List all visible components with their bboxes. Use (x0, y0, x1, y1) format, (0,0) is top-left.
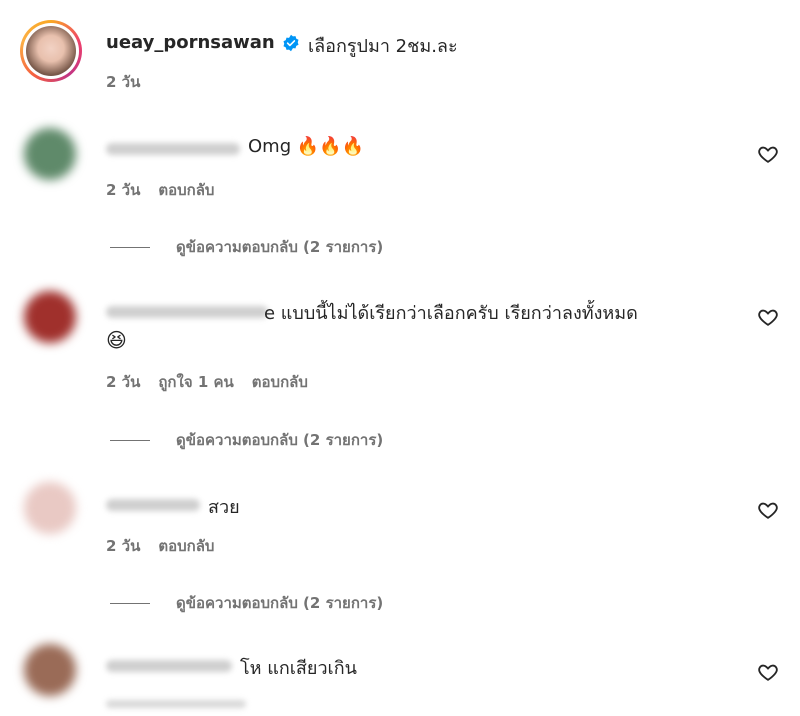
comment-text: e แบบนี้ไม่ได้เรียกว่าเลือกครับ เรียกว่า… (264, 303, 638, 324)
heart-outline-icon[interactable] (757, 499, 779, 521)
comment-meta: 2 วัน ถูกใจ 1 คน ตอบกลับ (106, 370, 308, 394)
commenter-username[interactable] (106, 499, 200, 511)
heart-outline-icon[interactable] (757, 661, 779, 683)
reply-button[interactable]: ตอบกลับ (252, 373, 308, 391)
comment-time: 2 วัน (106, 537, 141, 555)
comment-meta: 2 วัน ตอบกลับ (106, 534, 214, 558)
divider-line (110, 602, 150, 604)
post-time: 2 วัน (106, 73, 141, 91)
comment-meta: 2 วัน ตอบกลับ (106, 178, 214, 202)
comment-time: 2 วัน (106, 181, 141, 199)
commenter-username[interactable] (106, 660, 232, 672)
post-author-username[interactable]: ueay_pornsawan (106, 32, 275, 53)
comment-text: โห แกเสียวเกิน (240, 658, 357, 679)
view-replies-button[interactable]: ดูข้อความตอบกลับ (2 รายการ) (110, 591, 383, 615)
verified-badge-icon (283, 34, 299, 52)
commenter-avatar[interactable] (24, 644, 76, 696)
commenter-avatar[interactable] (24, 482, 76, 534)
divider-line (110, 246, 150, 248)
comment-meta-cutoff (106, 700, 246, 708)
post-caption: เลือกรูปมา 2ชม.ละ (308, 36, 458, 57)
heart-outline-icon[interactable] (757, 143, 779, 165)
fire-emoji-icon: 🔥🔥🔥 (296, 136, 365, 157)
commenter-username[interactable] (106, 143, 240, 155)
reply-button[interactable]: ตอบกลับ (158, 181, 214, 199)
reply-button[interactable]: ตอบกลับ (158, 537, 214, 555)
likes-count[interactable]: ถูกใจ 1 คน (158, 373, 233, 391)
commenter-avatar[interactable] (24, 291, 76, 343)
commenter-username[interactable] (106, 306, 268, 318)
divider-line (110, 439, 150, 441)
laughing-emoji-icon: 😆 (106, 328, 127, 352)
comment-text: สวย (208, 497, 240, 518)
view-replies-button[interactable]: ดูข้อความตอบกลับ (2 รายการ) (110, 235, 383, 259)
comments-panel: ueay_pornsawan เลือกรูปมา 2ชม.ละ 2 วัน O… (0, 0, 800, 716)
avatar-photo (26, 26, 76, 76)
comment-time: 2 วัน (106, 373, 141, 391)
commenter-avatar[interactable] (24, 128, 76, 180)
post-author-avatar[interactable] (20, 20, 82, 82)
view-replies-button[interactable]: ดูข้อความตอบกลับ (2 รายการ) (110, 428, 383, 452)
heart-outline-icon[interactable] (757, 306, 779, 328)
comment-text: Omg 🔥🔥🔥 (248, 136, 365, 157)
